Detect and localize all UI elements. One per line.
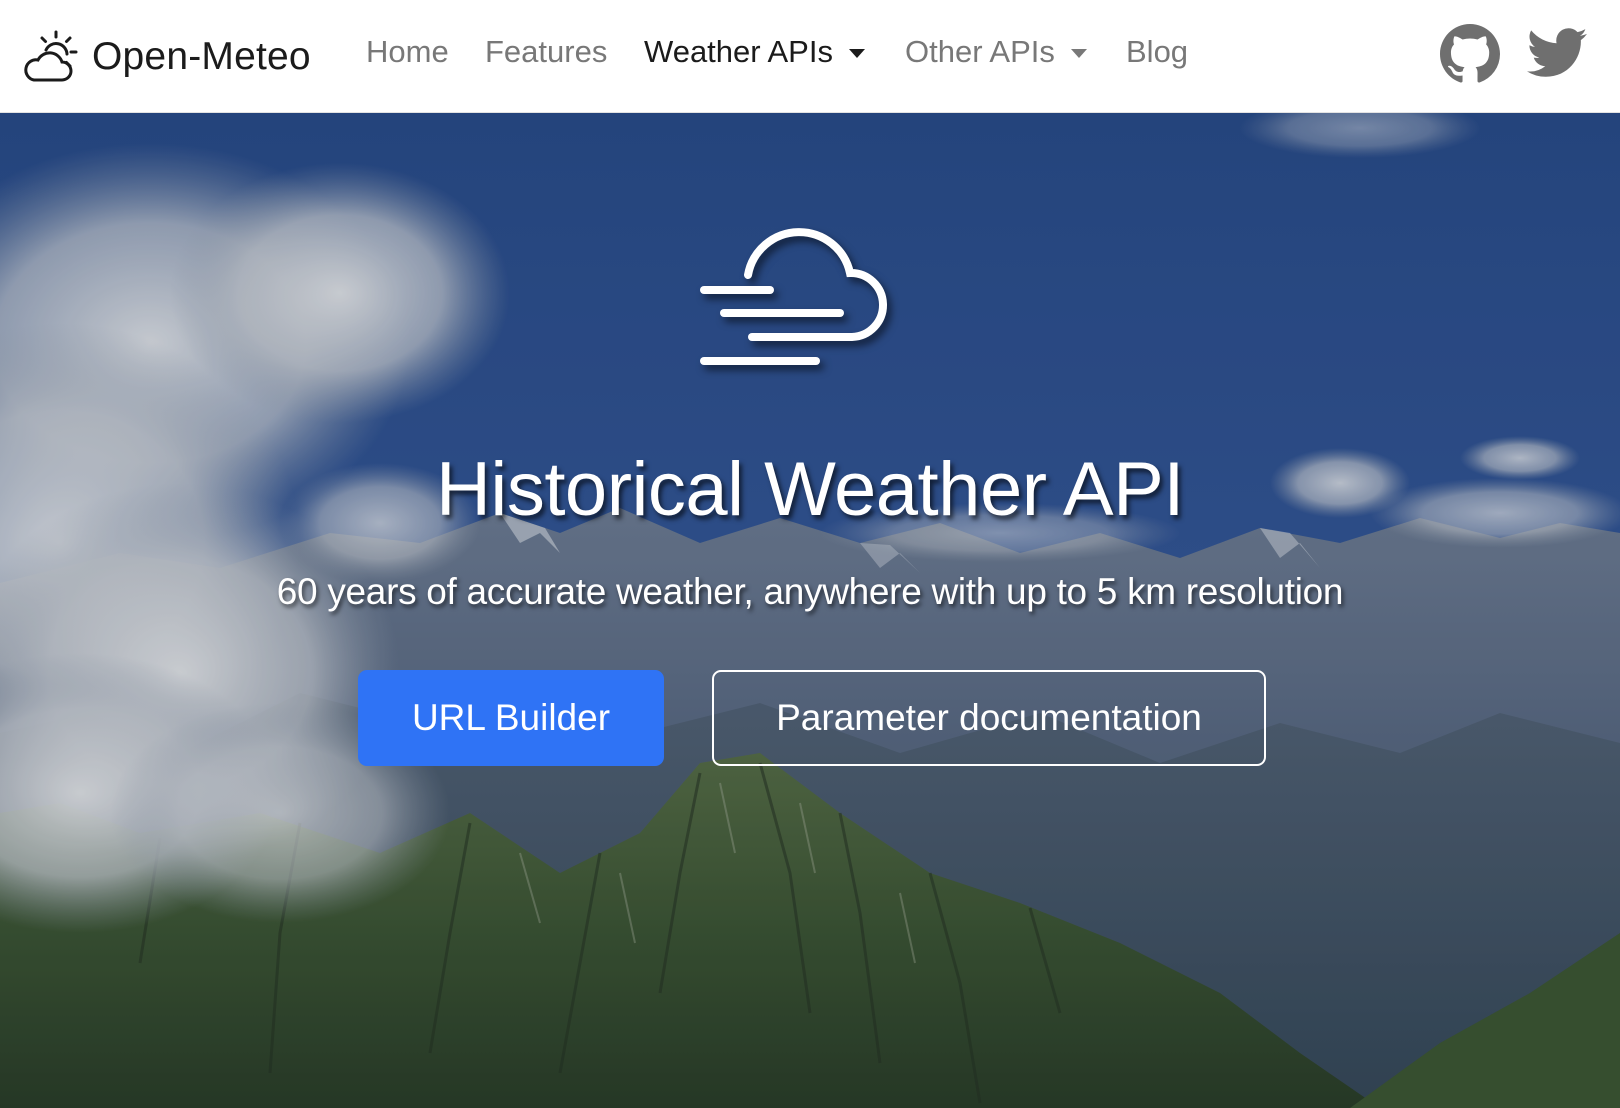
fog-cloud-icon [700, 228, 887, 365]
nav-other-apis-label: Other APIs [905, 34, 1055, 69]
page-subtitle: 60 years of accurate weather, anywhere w… [276, 571, 1344, 612]
parameter-documentation-button[interactable]: Parameter documentation [712, 670, 1266, 766]
nav-blog-label: Blog [1126, 34, 1189, 69]
github-icon [1440, 24, 1500, 83]
brand-link[interactable]: Open-Meteo [20, 28, 311, 86]
nav-other-apis-dropdown[interactable]: Other APIs [905, 34, 1087, 70]
cloud-sun-icon [24, 30, 78, 82]
nav-weather-apis-dropdown[interactable]: Weather APIs [644, 34, 865, 70]
twitter-icon [1527, 28, 1587, 77]
nav-home[interactable]: Home [366, 34, 449, 70]
page-title: Historical Weather API [436, 447, 1184, 532]
nav-weather-apis-label: Weather APIs [644, 34, 833, 69]
chevron-down-icon [848, 48, 865, 58]
url-builder-button-label: URL Builder [411, 697, 611, 738]
nav-home-label: Home [366, 34, 449, 69]
parameter-documentation-button-label: Parameter documentation [776, 697, 1202, 738]
brand-name: Open-Meteo [92, 35, 311, 78]
url-builder-button[interactable]: URL Builder [358, 670, 664, 766]
top-navbar: Open-Meteo Home Features Weather APIs Ot… [0, 0, 1620, 113]
hero-section: Historical Weather API 60 years of accur… [0, 113, 1620, 1108]
nav-features-label: Features [485, 34, 608, 69]
nav-features[interactable]: Features [485, 34, 607, 70]
chevron-down-icon [1070, 48, 1087, 58]
nav-blog[interactable]: Blog [1126, 34, 1188, 70]
